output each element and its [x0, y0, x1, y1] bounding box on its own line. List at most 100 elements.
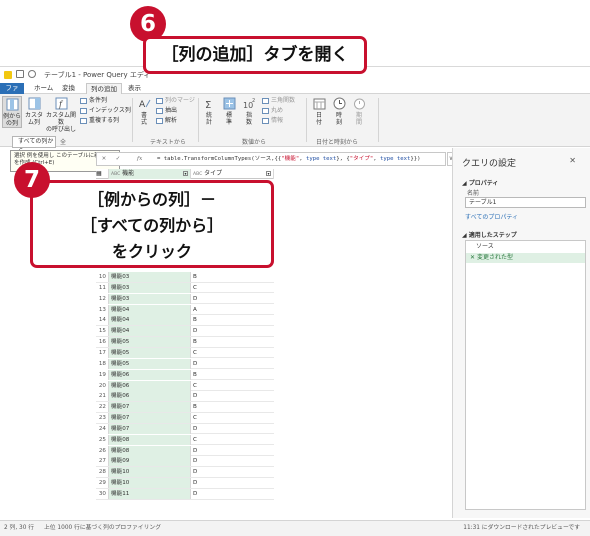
table-row[interactable]: 28 機能10 D [96, 467, 274, 478]
cell-type[interactable]: B [191, 315, 274, 325]
filter-dropdown-icon[interactable]: ▾ [183, 171, 188, 176]
cell-feature[interactable]: 機能03 [109, 293, 191, 304]
cell-type[interactable]: D [191, 478, 274, 488]
rounding-button[interactable]: 丸め [262, 107, 283, 115]
date-button[interactable]: 日 付 [312, 97, 326, 126]
tab-file[interactable]: ファイル [0, 83, 24, 102]
profiling-status[interactable]: 上位 1000 行に基づく列のプロファイリング [44, 521, 161, 536]
index-column-button[interactable]: インデックス列 [80, 107, 131, 115]
query-name-field[interactable]: テーブル1 [465, 197, 586, 208]
cell-feature[interactable]: 機能09 [109, 456, 191, 467]
duration-button[interactable]: 期 間 [352, 97, 366, 126]
cell-feature[interactable]: 機能04 [109, 315, 191, 326]
table-row[interactable]: 17 機能05 C [96, 347, 274, 359]
table-row[interactable]: 13 機能04 A [96, 304, 274, 316]
cell-feature[interactable]: 機能08 [109, 434, 191, 445]
close-icon[interactable]: ✕ [569, 156, 576, 165]
cell-type[interactable]: B [191, 272, 274, 282]
cell-type[interactable]: D [191, 489, 274, 499]
merge-columns-button[interactable]: 列のマージ [156, 97, 195, 105]
cell-feature[interactable]: 機能06 [109, 391, 191, 402]
column-from-examples-button[interactable]: 例から の列 [2, 96, 22, 128]
cell-feature[interactable]: 機能10 [109, 467, 191, 478]
cell-feature[interactable]: 機能07 [109, 413, 191, 424]
table-row[interactable]: 14 機能04 B [96, 315, 274, 326]
time-button[interactable]: 時 刻 [332, 97, 346, 126]
cell-feature[interactable]: 機能03 [109, 272, 191, 282]
table-row[interactable]: 26 機能08 D [96, 445, 274, 457]
table-row[interactable]: 25 機能08 C [96, 434, 274, 446]
invoke-custom-function-button[interactable]: f カスタム関数 の呼び出し [45, 97, 77, 133]
cancel-formula-icon[interactable]: ✕ [99, 154, 109, 165]
cell-type[interactable]: D [191, 294, 274, 304]
cell-type[interactable]: C [191, 413, 274, 423]
cell-type[interactable]: D [191, 467, 274, 477]
format-button[interactable]: A 書 式 [136, 97, 152, 126]
table-row[interactable]: 27 機能09 D [96, 456, 274, 467]
cell-feature[interactable]: 機能08 [109, 445, 191, 456]
all-properties-link[interactable]: すべてのプロパティ [465, 212, 518, 221]
cell-feature[interactable]: 機能10 [109, 478, 191, 489]
table-row[interactable]: 16 機能05 B [96, 337, 274, 348]
column-header-feature[interactable]: ABC 機能 ▾ [109, 169, 191, 179]
tab-view[interactable]: 表示 [124, 83, 145, 94]
cell-type[interactable]: C [191, 348, 274, 358]
statistics-button[interactable]: Σ 統 計 [202, 97, 216, 126]
cell-feature[interactable]: 機能05 [109, 347, 191, 358]
cell-type[interactable]: D [191, 446, 274, 456]
cell-type[interactable]: C [191, 435, 274, 445]
cell-type[interactable]: A [191, 305, 274, 315]
filter-dropdown-icon[interactable]: ▾ [266, 171, 271, 176]
cell-feature[interactable]: 機能05 [109, 358, 191, 369]
formula-bar[interactable]: ✕ ✓ fx = table.TransformColumnTypes(ソース,… [96, 152, 446, 166]
custom-column-button[interactable]: カスタ ム列 [24, 97, 44, 126]
step-changed-type[interactable]: ✕ 変更された型 [466, 253, 585, 263]
step-source[interactable]: ソース [466, 242, 585, 252]
table-row[interactable]: 22 機能07 B [96, 402, 274, 413]
conditional-column-button[interactable]: 条件列 [80, 97, 107, 105]
table-row[interactable]: 24 機能07 D [96, 423, 274, 435]
table-row[interactable]: 11 機能03 C [96, 282, 274, 294]
cell-feature[interactable]: 機能07 [109, 423, 191, 434]
table-row[interactable]: 15 機能04 D [96, 326, 274, 337]
table-row[interactable]: 29 機能10 D [96, 478, 274, 489]
cell-type[interactable]: D [191, 359, 274, 369]
cell-type[interactable]: C [191, 381, 274, 391]
cell-type[interactable]: D [191, 391, 274, 401]
tab-add-column[interactable]: 列の追加 [86, 83, 122, 94]
cell-feature[interactable]: 機能11 [109, 489, 191, 499]
save-icon[interactable] [16, 70, 24, 78]
cell-feature[interactable]: 機能06 [109, 369, 191, 380]
table-row[interactable]: 19 機能06 B [96, 369, 274, 381]
cell-feature[interactable]: 機能07 [109, 402, 191, 413]
standard-button[interactable]: 標 準 [222, 97, 236, 126]
cell-feature[interactable]: 機能03 [109, 282, 191, 293]
trigonometry-button[interactable]: 三角関数 [262, 97, 295, 105]
cell-type[interactable]: D [191, 424, 274, 434]
extract-button[interactable]: 抽出 [156, 107, 177, 115]
cell-type[interactable]: D [191, 326, 274, 336]
cell-feature[interactable]: 機能05 [109, 337, 191, 348]
table-row[interactable]: 21 機能06 D [96, 391, 274, 402]
undo-icon[interactable] [28, 70, 36, 78]
cell-feature[interactable]: 機能04 [109, 304, 191, 315]
cell-feature[interactable]: 機能06 [109, 380, 191, 391]
cell-feature[interactable]: 機能04 [109, 326, 191, 337]
parse-button[interactable]: 解析 [156, 117, 177, 125]
tab-transform[interactable]: 変換 [58, 83, 79, 94]
scientific-button[interactable]: 10 2 指 数 [242, 97, 256, 126]
cell-type[interactable]: B [191, 337, 274, 347]
table-row[interactable]: 10 機能03 B [96, 272, 274, 283]
table-row[interactable]: 18 機能05 D [96, 358, 274, 370]
duplicate-column-button[interactable]: 重複する列 [80, 117, 119, 125]
table-row[interactable]: 23 機能07 C [96, 413, 274, 424]
table-menu-icon[interactable]: ▦ [96, 169, 109, 179]
table-row[interactable]: 20 機能06 C [96, 380, 274, 391]
confirm-formula-icon[interactable]: ✓ [113, 154, 123, 165]
cell-type[interactable]: B [191, 370, 274, 380]
dropdown-all-columns[interactable]: すべての列から [12, 136, 56, 155]
table-row[interactable]: 30 機能11 D [96, 489, 274, 500]
table-row[interactable]: 12 機能03 D [96, 293, 274, 305]
information-button[interactable]: 情報 [262, 117, 283, 125]
cell-type[interactable]: B [191, 402, 274, 412]
